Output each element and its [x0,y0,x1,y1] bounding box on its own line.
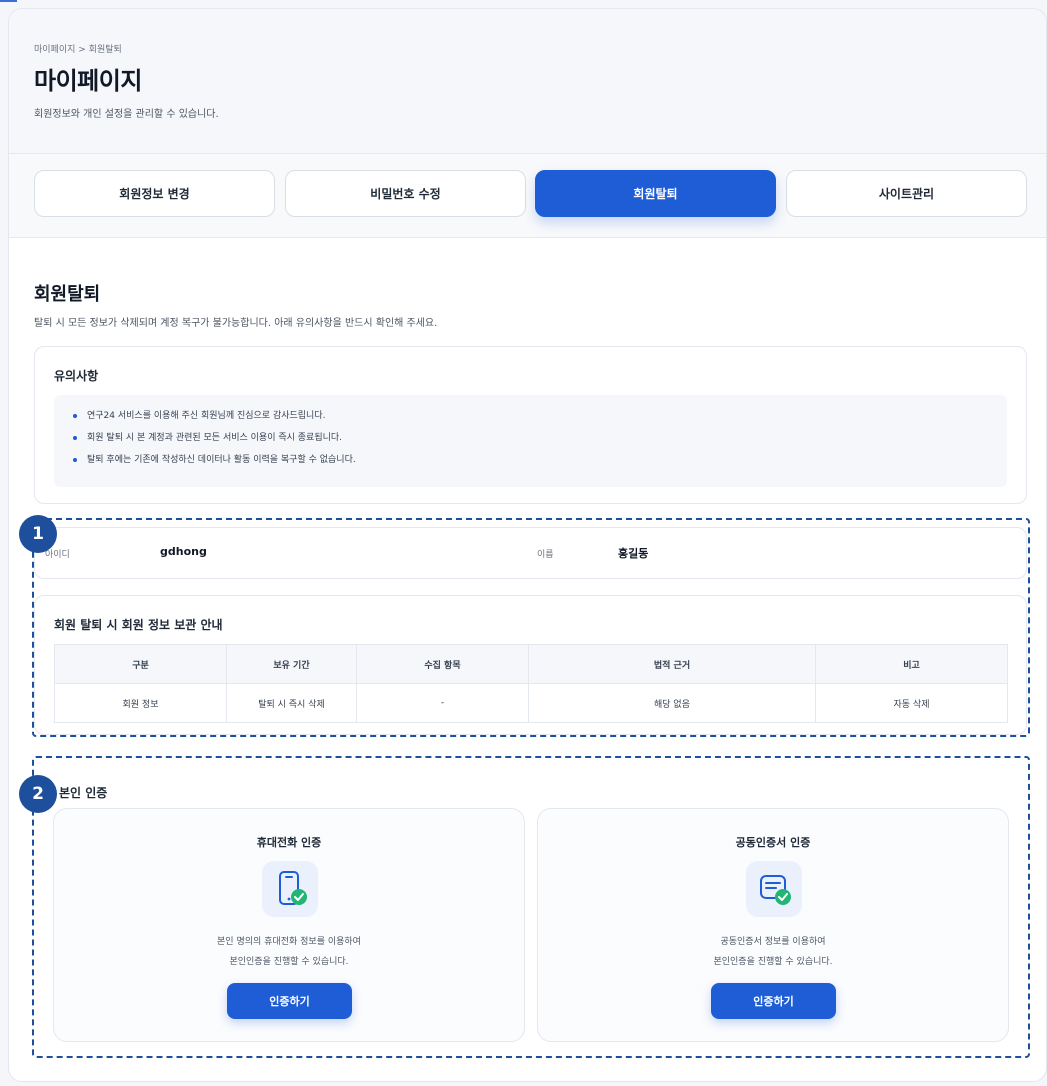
tab-withdrawal[interactable]: 회원탈퇴 [535,170,776,217]
annotation-box-1 [32,518,1030,737]
notice-title: 유의사항 [54,369,99,383]
notice-item: 회원 탈퇴 시 본 계정과 관련된 모든 서비스 이용이 즉시 종료됩니다. [73,429,1007,451]
tab-bar: 회원정보 변경 비밀번호 수정 회원탈퇴 사이트관리 [9,154,1046,238]
notice-list: 연구24 서비스를 이용해 주신 회원님께 진심으로 감사드립니다. 회원 탈퇴… [54,395,1007,487]
annotation-badge-2: 2 [19,775,57,813]
annotation-badge-1: 1 [19,515,57,553]
tab-site-management[interactable]: 사이트관리 [786,170,1027,217]
tab-member-info[interactable]: 회원정보 변경 [34,170,275,217]
section-description: 탈퇴 시 모든 정보가 삭제되며 계정 복구가 불가능합니다. 아래 유의사항을… [34,318,438,329]
tab-change-password[interactable]: 비밀번호 수정 [285,170,526,217]
annotation-box-2 [32,756,1030,1058]
page-title: 마이페이지 [34,67,142,95]
breadcrumb: 마이페이지 > 회원탈퇴 [34,45,122,55]
notice-item: 탈퇴 후에는 기존에 작성하신 데이터나 활동 이력을 복구할 수 없습니다. [73,451,1007,473]
top-edge-mark [0,0,17,2]
notice-item: 연구24 서비스를 이용해 주신 회원님께 진심으로 감사드립니다. [73,407,1007,429]
notice-card: 유의사항 연구24 서비스를 이용해 주신 회원님께 진심으로 감사드립니다. … [34,346,1027,504]
page-header: 마이페이지 > 회원탈퇴 마이페이지 회원정보와 개인 설정을 관리할 수 있습… [9,9,1046,154]
section-title: 회원탈퇴 [34,284,101,305]
page-description: 회원정보와 개인 설정을 관리할 수 있습니다. [34,109,219,120]
